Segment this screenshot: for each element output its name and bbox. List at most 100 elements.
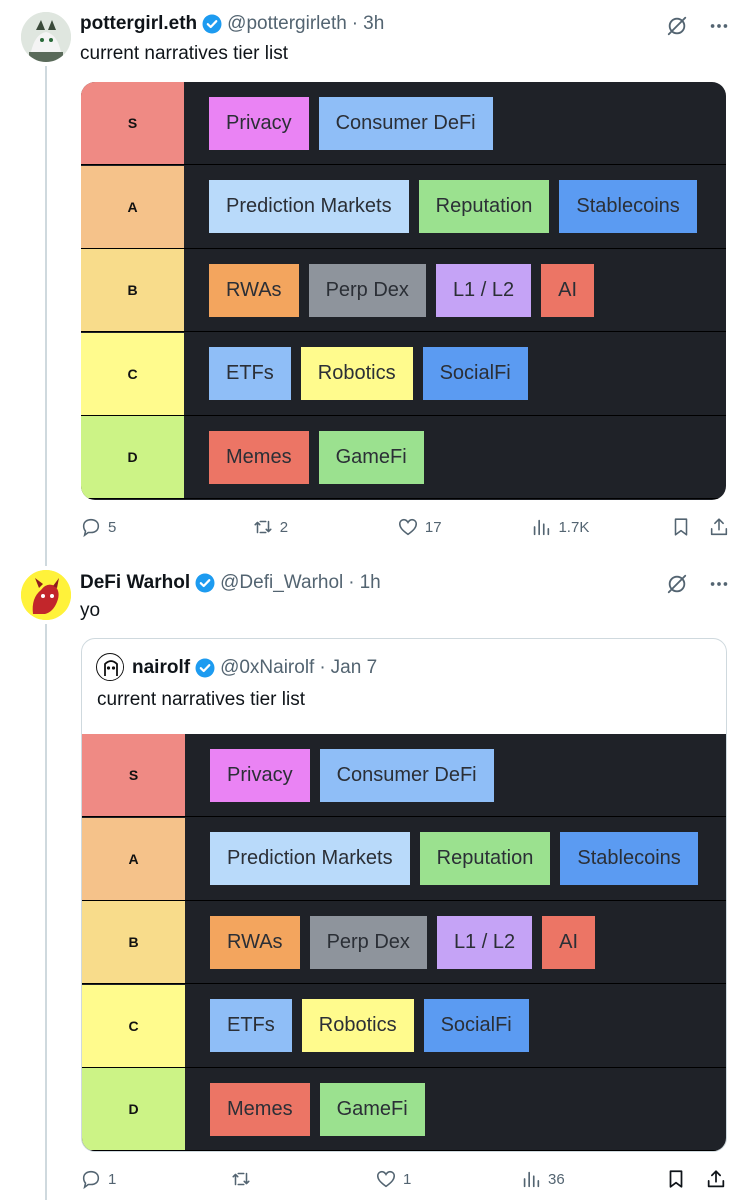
tier-label: S: [82, 734, 185, 816]
like-button[interactable]: 1: [375, 1168, 520, 1190]
tier-item: Memes: [209, 430, 309, 484]
quote-avatar[interactable]: [96, 653, 124, 681]
grok-icon[interactable]: [665, 572, 689, 596]
tier-item: ETFs: [210, 999, 292, 1053]
views-button[interactable]: 36: [520, 1168, 665, 1190]
verified-badge-icon: [195, 658, 215, 678]
tier-item: Consumer DeFi: [318, 96, 493, 150]
tier-item: Robotics: [300, 347, 413, 401]
tweet-top-actions: [665, 14, 731, 38]
tier-items: Prediction Markets Reputation Stablecoins: [184, 166, 726, 248]
tweet-header: pottergirl.eth @pottergirleth · 3h: [80, 13, 384, 35]
tier-items: Prediction Markets Reputation Stablecoins: [185, 818, 726, 900]
tier-row: A Prediction Markets Reputation Stablecoins: [82, 817, 726, 901]
tier-row: S Privacy Consumer DeFi: [81, 82, 726, 165]
tweet-header: DeFi Warhol @Defi_Warhol · 1h: [80, 572, 381, 594]
separator-dot: ·: [351, 13, 359, 34]
like-icon: [376, 1170, 396, 1188]
tier-item: Reputation: [418, 180, 550, 234]
tier-items: ETFs Robotics SocialFi: [185, 985, 726, 1067]
tier-label: D: [81, 416, 184, 499]
tier-label: S: [81, 82, 184, 164]
tier-label: D: [82, 1068, 185, 1151]
verified-badge-icon: [202, 14, 222, 34]
repost-icon: [254, 520, 272, 534]
share-icon: [707, 1170, 725, 1188]
like-count: 17: [424, 518, 442, 536]
bookmark-icon: [674, 518, 688, 536]
tier-item: GameFi: [318, 430, 424, 484]
tier-items: Privacy Consumer DeFi: [184, 82, 726, 164]
quote-tweet-card[interactable]: nairolf @0xNairolf · Jan 7 current narra…: [81, 638, 727, 1152]
tier-items: Memes GameFi: [185, 1068, 726, 1150]
views-icon: [534, 519, 550, 536]
tier-label: B: [81, 249, 184, 332]
repost-button[interactable]: [230, 1168, 375, 1190]
tier-item: ETFs: [209, 347, 291, 401]
tier-row: D Memes GameFi: [81, 416, 726, 500]
grok-icon[interactable]: [665, 14, 689, 38]
handle[interactable]: @Defi_Warhol: [220, 572, 343, 594]
tier-list-image[interactable]: S Privacy Consumer DeFi A Prediction Markets…: [81, 82, 726, 500]
tier-items: RWAs Perp Dex L1 / L2 AI: [184, 249, 726, 331]
share-button[interactable]: [708, 516, 730, 538]
quote-timestamp[interactable]: Jan 7: [331, 657, 377, 679]
reply-button[interactable]: 1: [80, 1168, 230, 1190]
tier-items: Privacy Consumer DeFi: [185, 734, 726, 816]
like-button[interactable]: 17: [397, 516, 531, 538]
tier-item: Robotics: [301, 999, 414, 1053]
tier-items: Memes GameFi: [184, 416, 726, 498]
separator-dot: ·: [348, 572, 355, 593]
tweet-text: yo: [80, 600, 101, 621]
tier-item: Perp Dex: [308, 263, 426, 317]
more-icon[interactable]: [707, 572, 731, 596]
tier-item: SocialFi: [422, 347, 528, 401]
views-button[interactable]: 1.7K: [530, 516, 669, 538]
reply-button[interactable]: 5: [80, 516, 252, 538]
tier-item: RWAs: [210, 915, 300, 969]
handle[interactable]: @pottergirleth: [227, 13, 347, 35]
display-name[interactable]: pottergirl.eth: [80, 13, 197, 35]
bookmark-button[interactable]: [665, 1168, 705, 1190]
tier-row: D Memes GameFi: [82, 1068, 726, 1151]
tier-row: S Privacy Consumer DeFi: [82, 734, 726, 817]
repost-button[interactable]: 2: [252, 516, 397, 538]
avatar[interactable]: [21, 12, 71, 62]
timestamp[interactable]: 3h: [363, 13, 384, 35]
share-button[interactable]: [705, 1168, 727, 1190]
tier-item: Privacy: [210, 748, 310, 802]
reply-icon: [82, 1170, 100, 1190]
tier-label: C: [81, 332, 184, 415]
quote-display-name[interactable]: nairolf: [132, 657, 190, 679]
avatar[interactable]: [21, 570, 71, 620]
tier-row: C ETFs Robotics SocialFi: [81, 332, 726, 416]
tweet-pottergirl[interactable]: pottergirl.eth @pottergirleth · 3h curre…: [0, 0, 751, 560]
bookmark-button[interactable]: [670, 516, 708, 538]
quote-text: current narratives tier list: [97, 689, 306, 710]
tier-item: SocialFi: [423, 999, 529, 1053]
display-name[interactable]: DeFi Warhol: [80, 572, 190, 594]
tier-item: Stablecoins: [559, 180, 697, 234]
timestamp[interactable]: 1h: [360, 572, 381, 594]
reply-count: 1: [108, 1170, 117, 1188]
like-icon: [398, 518, 417, 536]
quote-header: nairolf @0xNairolf · Jan 7: [132, 657, 377, 679]
quote-handle[interactable]: @0xNairolf: [220, 657, 314, 679]
reply-count: 5: [108, 518, 117, 536]
tier-item: Stablecoins: [560, 832, 698, 886]
tier-items: RWAs Perp Dex L1 / L2 AI: [185, 901, 726, 983]
like-count: 1: [403, 1170, 412, 1188]
tier-item: Perp Dex: [309, 915, 427, 969]
tier-row: A Prediction Markets Reputation Stablecoins: [81, 165, 726, 249]
tier-item: AI: [541, 263, 595, 317]
tweet-top-actions: [665, 572, 731, 596]
tier-item: Prediction Markets: [209, 180, 409, 234]
tier-item: RWAs: [209, 263, 299, 317]
tier-label: C: [82, 984, 185, 1067]
views-icon: [523, 1171, 540, 1188]
tier-label: A: [81, 165, 184, 248]
tier-items: ETFs Robotics SocialFi: [184, 333, 726, 415]
tier-list-image[interactable]: S Privacy Consumer DeFi A Prediction Markets…: [82, 734, 726, 1151]
verified-badge-icon: [195, 573, 215, 593]
more-icon[interactable]: [707, 14, 731, 38]
